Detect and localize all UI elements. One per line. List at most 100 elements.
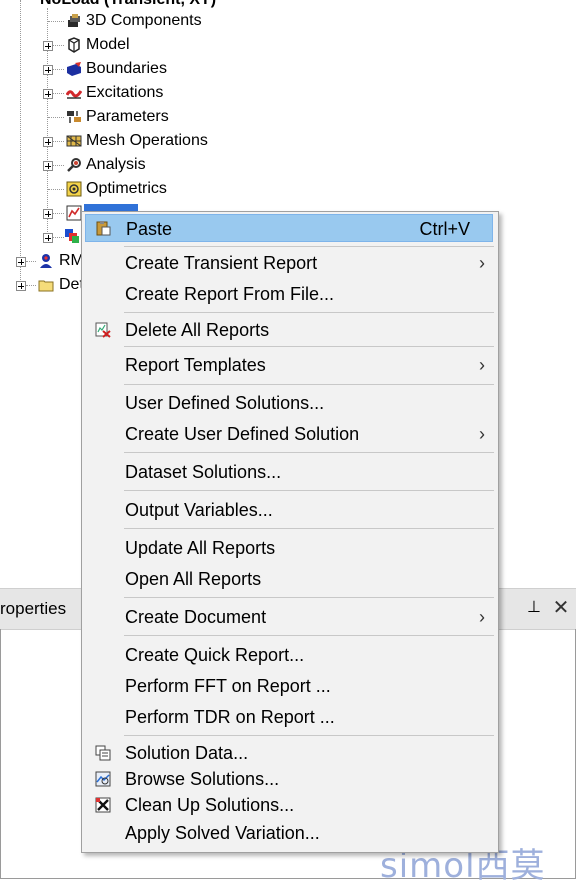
tree-root-label[interactable]: NoLoad (Transient, XY): [40, 0, 216, 8]
optimetrics-icon: [66, 181, 82, 197]
solution-data-icon: [95, 745, 111, 761]
menu-item-create-transient-report[interactable]: Create Transient Report ›: [85, 249, 493, 277]
submenu-arrow-icon: ›: [479, 355, 485, 375]
menu-item-label: Solution Data...: [125, 743, 249, 763]
menu-item-create-user-defined-solution[interactable]: Create User Defined Solution ›: [85, 420, 493, 448]
menu-item-label: Clean Up Solutions...: [125, 795, 295, 815]
clean-up-solutions-icon: [95, 797, 111, 813]
tree-item-excitations[interactable]: Excitations: [0, 81, 576, 105]
tree-item-analysis[interactable]: Analysis: [0, 153, 576, 177]
menu-item-label: Create Quick Report...: [125, 645, 305, 665]
menu-item-create-report-from-file[interactable]: Create Report From File...: [85, 280, 493, 308]
tree-item-optimetrics[interactable]: Optimetrics: [0, 177, 576, 201]
tree-item-label: Optimetrics: [86, 180, 167, 197]
menu-item-label: Dataset Solutions...: [125, 462, 282, 482]
menu-item-label: Open All Reports: [125, 569, 262, 589]
expand-toggle-icon[interactable]: [43, 161, 53, 171]
expand-toggle-icon[interactable]: [43, 137, 53, 147]
menu-separator: [124, 735, 494, 736]
expand-toggle-icon[interactable]: [43, 65, 53, 75]
tree-item-definitions[interactable]: Det: [0, 273, 84, 297]
expand-toggle-icon[interactable]: [43, 233, 53, 243]
tree-item-label: Boundaries: [86, 60, 167, 77]
menu-item-browse-solutions[interactable]: Browse Solutions...: [85, 765, 493, 793]
properties-title: roperties: [0, 599, 67, 618]
submenu-arrow-icon: ›: [479, 607, 485, 627]
menu-item-delete-all-reports[interactable]: Delete All Reports: [85, 316, 493, 344]
menu-item-label: Create Transient Report: [125, 253, 318, 273]
browse-solutions-icon: [95, 771, 111, 787]
boundaries-icon: [67, 62, 81, 76]
menu-item-perform-tdr[interactable]: Perform TDR on Report ...: [85, 703, 493, 731]
tree-item-label: Mesh Operations: [86, 132, 208, 149]
expand-toggle-icon[interactable]: [43, 41, 53, 51]
menu-item-open-all-reports[interactable]: Open All Reports: [85, 565, 493, 593]
menu-item-label: Create Document: [125, 607, 267, 627]
rmxprt-icon: [40, 254, 52, 268]
menu-item-paste[interactable]: Paste Ctrl+V: [85, 214, 493, 242]
tree-item-field-overlays[interactable]: [0, 225, 80, 249]
mesh-operations-icon: [66, 135, 82, 147]
expand-toggle-icon[interactable]: [16, 257, 26, 267]
tree-item-label: 3D Components: [86, 12, 202, 29]
context-menu: Paste Ctrl+V Create Transient Report › C…: [81, 211, 499, 853]
tree-item-model[interactable]: Model: [0, 33, 576, 57]
menu-item-label: Update All Reports: [125, 538, 276, 558]
submenu-arrow-icon: ›: [479, 424, 485, 444]
menu-item-label: Create Report From File...: [125, 284, 335, 304]
folder-icon: [38, 280, 54, 292]
menu-item-label: Perform TDR on Report ...: [125, 707, 335, 727]
tree-item-parameters[interactable]: Parameters: [0, 105, 576, 129]
tree-item-boundaries[interactable]: Boundaries: [0, 57, 576, 81]
menu-item-apply-solved-variation[interactable]: Apply Solved Variation...: [85, 819, 493, 847]
shortcut-label: Ctrl+V: [419, 219, 470, 239]
tree-item-label: Analysis: [86, 156, 146, 173]
menu-item-perform-fft[interactable]: Perform FFT on Report ...: [85, 672, 493, 700]
menu-item-label: Report Templates: [125, 355, 266, 375]
parameters-icon: [67, 111, 81, 123]
menu-item-create-quick-report[interactable]: Create Quick Report...: [85, 641, 493, 669]
model-icon: [68, 37, 80, 53]
menu-item-dataset-solutions[interactable]: Dataset Solutions...: [85, 458, 493, 486]
expand-toggle-icon[interactable]: [43, 89, 53, 99]
menu-separator: [124, 528, 494, 529]
tree-item-results[interactable]: [0, 201, 82, 225]
menu-item-output-variables[interactable]: Output Variables...: [85, 496, 493, 524]
tree-item-3d-components[interactable]: 3D Components: [0, 9, 576, 33]
menu-separator: [124, 312, 494, 313]
menu-separator: [124, 246, 494, 247]
pin-icon[interactable]: ⊥: [524, 597, 544, 619]
tree-item-mesh-operations[interactable]: Mesh Operations: [0, 129, 576, 153]
menu-item-label: Apply Solved Variation...: [125, 823, 320, 843]
menu-separator: [124, 490, 494, 491]
menu-item-label: Paste: [126, 219, 173, 239]
menu-item-report-templates[interactable]: Report Templates ›: [85, 351, 493, 379]
menu-separator: [124, 635, 494, 636]
menu-separator: [124, 597, 494, 598]
expand-toggle-icon[interactable]: [16, 281, 26, 291]
tree-item-label: Parameters: [86, 108, 169, 125]
paste-icon: [96, 221, 111, 236]
field-overlays-icon: [65, 229, 79, 243]
tree-item-label: Excitations: [86, 84, 164, 101]
menu-item-label: Output Variables...: [125, 500, 273, 520]
menu-item-label: Create User Defined Solution: [125, 424, 360, 444]
results-icon: [66, 205, 82, 221]
menu-item-label: User Defined Solutions...: [125, 393, 325, 413]
excitations-icon: [66, 90, 82, 99]
analysis-icon: [67, 158, 81, 172]
close-icon[interactable]: ✕: [550, 595, 572, 619]
menu-item-update-all-reports[interactable]: Update All Reports: [85, 534, 493, 562]
delete-reports-icon: [95, 322, 111, 338]
menu-item-label: Browse Solutions...: [125, 769, 280, 789]
tree-item-rmxprt[interactable]: RM: [0, 249, 84, 273]
menu-item-label: Perform FFT on Report ...: [125, 676, 331, 696]
menu-item-clean-up-solutions[interactable]: Clean Up Solutions...: [85, 791, 493, 819]
menu-item-user-defined-solutions[interactable]: User Defined Solutions...: [85, 389, 493, 417]
menu-item-create-document[interactable]: Create Document ›: [85, 603, 493, 631]
menu-item-solution-data[interactable]: Solution Data...: [85, 739, 493, 767]
menu-item-label: Delete All Reports: [125, 320, 270, 340]
expand-toggle-icon[interactable]: [43, 209, 53, 219]
tree-item-label: Model: [86, 36, 130, 53]
menu-separator: [124, 452, 494, 453]
